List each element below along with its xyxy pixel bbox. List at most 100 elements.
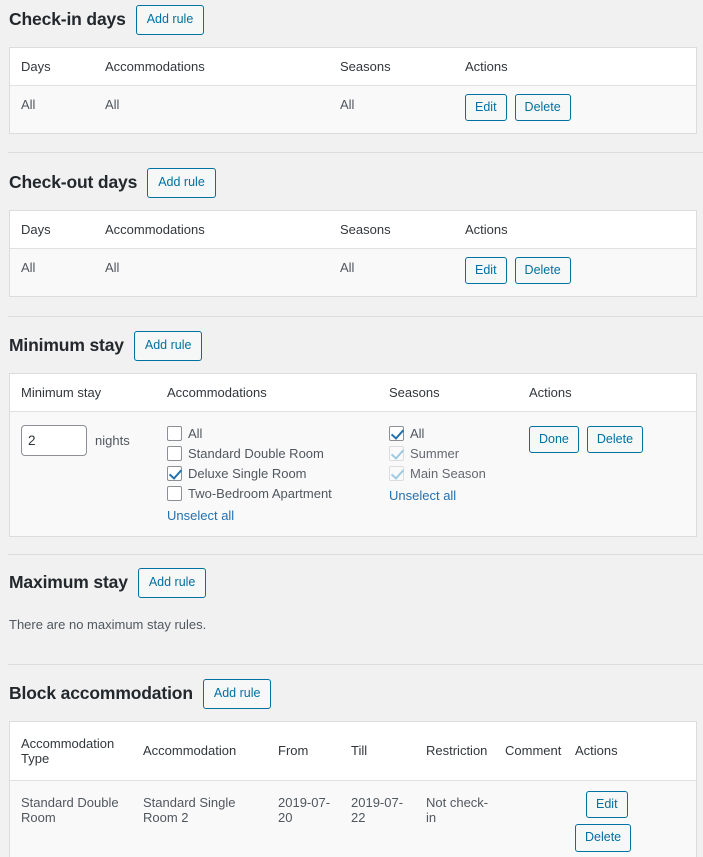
- checkbox-icon[interactable]: [167, 485, 182, 501]
- seasons-checkbox-list: All Summer Main Season: [389, 425, 529, 481]
- cell-accommodations: All: [105, 248, 340, 296]
- done-button[interactable]: Done: [529, 425, 579, 453]
- check-in-days-table-wrap: Days Accommodations Seasons Actions All …: [9, 46, 697, 134]
- delete-button[interactable]: Delete: [514, 256, 571, 284]
- column-header-seasons: Seasons: [340, 210, 465, 249]
- delete-button[interactable]: Delete: [575, 824, 632, 852]
- checkbox-icon[interactable]: [167, 445, 182, 461]
- unselect-all-link-accommodations[interactable]: Unselect all: [167, 508, 234, 525]
- check-out-days-header: Check-out days Add rule: [0, 168, 703, 198]
- checkbox-row-summer: Summer: [389, 445, 529, 461]
- column-header-from: From: [278, 721, 351, 781]
- table-header-row: Minimum stay Accommodations Seasons Acti…: [10, 373, 696, 412]
- table-head: Minimum stay Accommodations Seasons Acti…: [10, 373, 696, 412]
- column-header-accommodations: Accommodations: [167, 373, 389, 412]
- edit-button[interactable]: Edit: [586, 790, 628, 818]
- cell-days: All: [10, 248, 105, 296]
- section-divider-3: [8, 554, 703, 555]
- section-check-out-days: Check-out days Add rule Days Accommodati…: [0, 168, 703, 297]
- column-header-till: Till: [351, 721, 426, 781]
- block-accommodation-table-wrap: Accommodation Type Accommodation From Ti…: [9, 720, 697, 857]
- table-body: Standard Double Room Standard Single Roo…: [10, 780, 696, 857]
- column-header-comment: Comment: [505, 721, 575, 781]
- check-in-days-table: Days Accommodations Seasons Actions All …: [10, 47, 696, 133]
- cell-actions: Edit Delete: [465, 248, 696, 296]
- cell-minimum-stay: nights: [10, 411, 167, 537]
- checkbox-row-all[interactable]: All: [389, 425, 529, 441]
- table-header-row: Days Accommodations Seasons Actions: [10, 47, 696, 86]
- add-rule-button-check-in[interactable]: Add rule: [135, 5, 205, 35]
- delete-button[interactable]: Delete: [586, 425, 644, 453]
- check-in-days-header: Check-in days Add rule: [0, 5, 703, 35]
- checkbox-icon-checked[interactable]: [389, 425, 404, 441]
- cell-from: 2019-07-20: [278, 780, 351, 857]
- section-divider-1: [8, 152, 703, 153]
- table-head: Days Accommodations Seasons Actions: [10, 210, 696, 249]
- add-rule-button-check-out[interactable]: Add rule: [147, 168, 216, 198]
- unselect-all-link-seasons[interactable]: Unselect all: [389, 488, 456, 505]
- column-header-seasons: Seasons: [389, 373, 529, 412]
- cell-accommodation-type: Standard Double Room: [10, 780, 143, 857]
- table-body: nights All: [10, 411, 696, 537]
- cell-actions: Edit Delete: [465, 85, 696, 133]
- minimum-stay-table-wrap: Minimum stay Accommodations Seasons Acti…: [9, 372, 697, 538]
- checkbox-label: Deluxe Single Room: [188, 465, 307, 481]
- table-header-row: Days Accommodations Seasons Actions: [10, 210, 696, 249]
- checkbox-row-standard-double-room[interactable]: Standard Double Room: [167, 445, 389, 461]
- page-title-maximum-stay: Maximum stay: [9, 572, 128, 593]
- column-header-actions: Actions: [465, 47, 696, 86]
- checkbox-icon[interactable]: [167, 425, 182, 441]
- accommodations-checkbox-list: All Standard Double Room Deluxe Single R…: [167, 425, 389, 501]
- cell-accommodation: Standard Single Room 2: [143, 780, 278, 857]
- checkbox-label: All: [410, 425, 425, 441]
- cell-actions: Done Delete: [529, 411, 696, 537]
- page-title-minimum-stay: Minimum stay: [9, 335, 124, 356]
- checkbox-label: Two-Bedroom Apartment: [188, 485, 332, 501]
- page-title-check-in-days: Check-in days: [9, 9, 126, 30]
- rules-page: Check-in days Add rule Days Accommodatio…: [0, 0, 703, 857]
- add-rule-button-maximum-stay[interactable]: Add rule: [137, 568, 207, 598]
- checkbox-row-two-bedroom-apartment[interactable]: Two-Bedroom Apartment: [167, 485, 389, 501]
- section-minimum-stay: Minimum stay Add rule Minimum stay Accom…: [0, 331, 703, 538]
- table-row: Standard Double Room Standard Single Roo…: [10, 780, 696, 857]
- column-header-days: Days: [10, 47, 105, 86]
- checkbox-row-all[interactable]: All: [167, 425, 389, 441]
- table-header-row: Accommodation Type Accommodation From Ti…: [10, 721, 696, 781]
- column-header-actions: Actions: [529, 373, 696, 412]
- delete-button[interactable]: Delete: [514, 93, 571, 121]
- checkbox-icon-checked[interactable]: [167, 465, 182, 481]
- minimum-stay-nights-input[interactable]: [21, 424, 87, 456]
- edit-button[interactable]: Edit: [465, 93, 507, 121]
- nights-label: nights: [95, 432, 130, 448]
- table-head: Accommodation Type Accommodation From Ti…: [10, 721, 696, 781]
- column-header-accommodations: Accommodations: [105, 210, 340, 249]
- add-rule-button-minimum-stay[interactable]: Add rule: [133, 331, 203, 361]
- action-buttons: Done Delete: [529, 425, 696, 453]
- check-out-days-table-wrap: Days Accommodations Seasons Actions All …: [9, 209, 697, 297]
- cell-days: All: [10, 85, 105, 133]
- column-header-accommodation: Accommodation: [143, 721, 278, 781]
- checkbox-label: Summer: [410, 445, 460, 461]
- add-rule-button-block-accommodation[interactable]: Add rule: [202, 679, 272, 709]
- section-maximum-stay: Maximum stay Add rule There are no maxim…: [0, 568, 703, 632]
- action-buttons: Edit Delete: [465, 256, 696, 284]
- cell-accommodations: All: [105, 85, 340, 133]
- column-header-actions: Actions: [575, 721, 696, 781]
- minimum-stay-header: Minimum stay Add rule: [0, 331, 703, 361]
- cell-seasons: All Summer Main Season Unselect all: [389, 411, 529, 537]
- cell-seasons: All: [340, 85, 465, 133]
- table-body: All All All Edit Delete: [10, 85, 696, 133]
- column-header-days: Days: [10, 210, 105, 249]
- maximum-stay-empty-message: There are no maximum stay rules.: [9, 616, 207, 632]
- column-header-accommodations: Accommodations: [105, 47, 340, 86]
- column-header-seasons: Seasons: [340, 47, 465, 86]
- cell-actions: Edit Delete: [575, 780, 696, 857]
- edit-button[interactable]: Edit: [465, 256, 507, 284]
- column-header-accommodation-type: Accommodation Type: [10, 721, 143, 781]
- checkbox-row-deluxe-single-room[interactable]: Deluxe Single Room: [167, 465, 389, 481]
- column-header-minimum-stay: Minimum stay: [10, 373, 167, 412]
- checkbox-label: Main Season: [410, 465, 486, 481]
- table-row: All All All Edit Delete: [10, 248, 696, 296]
- page-title-block-accommodation: Block accommodation: [9, 683, 193, 704]
- section-divider-4: [8, 664, 703, 665]
